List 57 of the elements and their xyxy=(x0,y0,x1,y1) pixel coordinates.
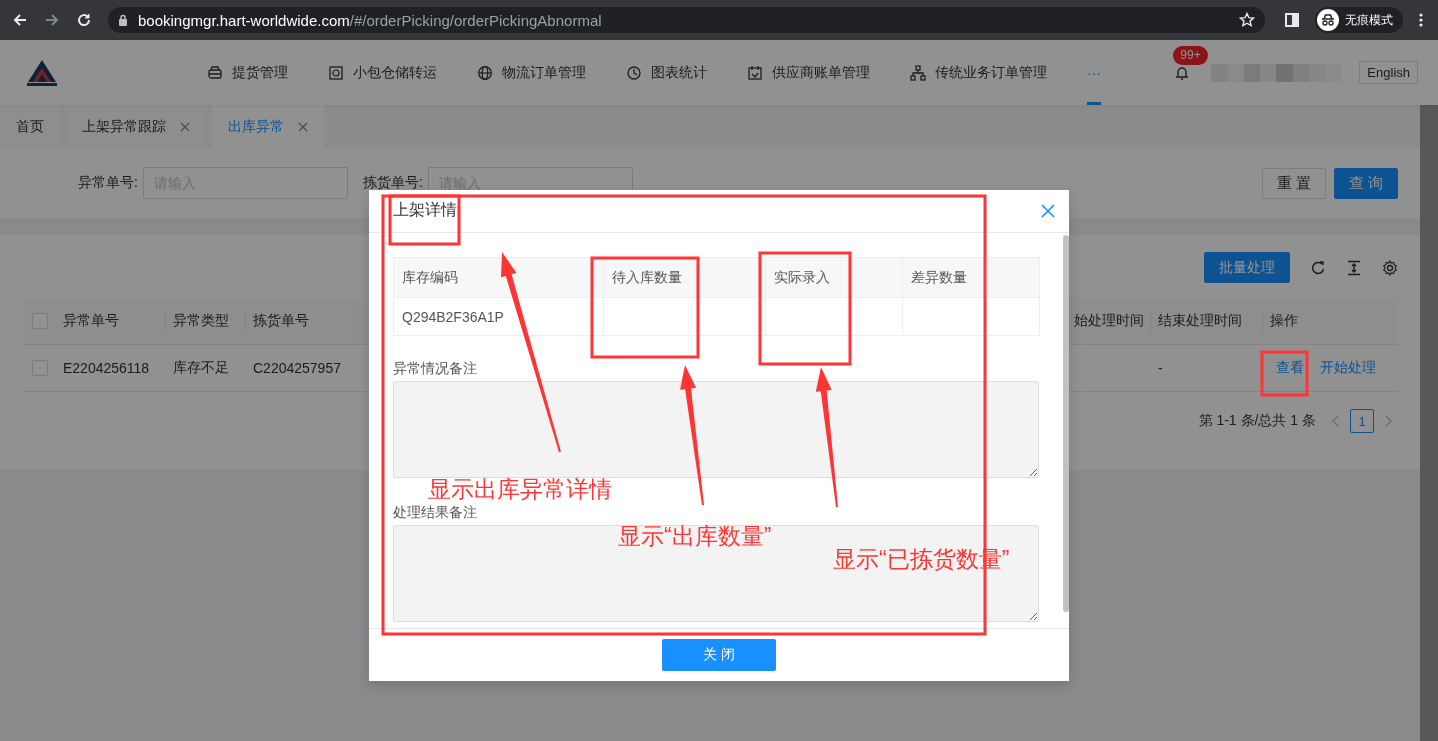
field-label: 异常单号: xyxy=(77,174,138,192)
lock-icon xyxy=(118,14,128,26)
nav-item[interactable]: 小包仓储转运 xyxy=(328,40,437,105)
nav-item[interactable]: 传统业务订单管理 xyxy=(910,40,1047,105)
pagination-summary: 第 1-1 条/总共 1 条 xyxy=(1198,412,1316,430)
remark-field[interactable] xyxy=(393,525,1039,622)
field-label: 异常情况备注 xyxy=(393,359,478,378)
box-icon xyxy=(207,64,223,81)
globe-icon xyxy=(477,64,493,81)
bell-icon[interactable] xyxy=(1174,64,1191,81)
reload-icon[interactable] xyxy=(76,12,92,28)
remark-field[interactable] xyxy=(393,381,1039,478)
address-bar[interactable]: bookingmgr.hart-worldwide.com/#/orderPicking/orderPickingAbnormal xyxy=(108,7,1265,33)
profile-button[interactable]: 无痕模式 xyxy=(1315,7,1403,33)
table-cell: C2204257957 xyxy=(245,345,358,392)
refresh-icon[interactable] xyxy=(1310,259,1326,276)
menu-icon[interactable] xyxy=(1419,13,1423,27)
column-header: 实际录入 xyxy=(766,258,903,298)
settings-icon[interactable] xyxy=(1382,259,1398,276)
incognito-icon xyxy=(1317,9,1339,31)
field-label: 处理结果备注 xyxy=(393,503,478,522)
language-button[interactable]: English xyxy=(1359,61,1418,84)
table-cell: 库存不足 xyxy=(165,345,245,392)
chevron-right-icon[interactable] xyxy=(1384,415,1392,427)
table-cell: E2204256118 xyxy=(55,345,165,392)
close-icon[interactable] xyxy=(1041,204,1055,218)
back-icon[interactable] xyxy=(12,12,28,28)
column-header: 待入库数量 xyxy=(604,258,766,298)
notification-badge: 99+ xyxy=(1173,45,1208,65)
forward-icon[interactable] xyxy=(44,12,60,28)
column-header: 差异数量 xyxy=(903,258,1040,298)
nav-item[interactable]: 图表统计 xyxy=(626,40,707,105)
calendar-icon xyxy=(747,64,763,81)
column-header: 库存编码 xyxy=(394,258,604,298)
scrollbar[interactable] xyxy=(1063,235,1069,612)
page-scrollbar[interactable] xyxy=(1420,105,1438,741)
square-icon xyxy=(328,64,344,81)
annotation-text: 显示出库异常详情 xyxy=(428,476,612,502)
chevron-left-icon[interactable] xyxy=(1332,415,1340,427)
nav-item[interactable]: 物流订单管理 xyxy=(477,40,586,105)
nav-item[interactable]: 提货管理 xyxy=(207,40,288,105)
close-icon[interactable] xyxy=(180,121,190,132)
star-icon[interactable] xyxy=(1239,12,1255,28)
hierarchy-icon xyxy=(910,64,926,81)
field-label: 拣货单号: xyxy=(362,174,423,192)
url-text[interactable]: bookingmgr.hart-worldwide.com/#/orderPicking/orderPickingAbnormal xyxy=(138,11,1229,29)
dialog-title: 上架详情 xyxy=(393,199,457,220)
close-button[interactable]: 关 闭 xyxy=(662,639,776,671)
close-icon[interactable] xyxy=(298,121,308,132)
row-height-icon[interactable] xyxy=(1346,259,1362,276)
side-panel-icon[interactable] xyxy=(1285,13,1299,27)
highlight-box xyxy=(1260,350,1309,397)
reset-button[interactable]: 重 置 xyxy=(1262,167,1326,199)
clock-icon xyxy=(626,64,642,81)
table-cell: - xyxy=(1150,345,1262,392)
nav-item[interactable]: 供应商账单管理 xyxy=(747,40,870,105)
annotation-text: 显示“出库数量” xyxy=(618,523,772,549)
